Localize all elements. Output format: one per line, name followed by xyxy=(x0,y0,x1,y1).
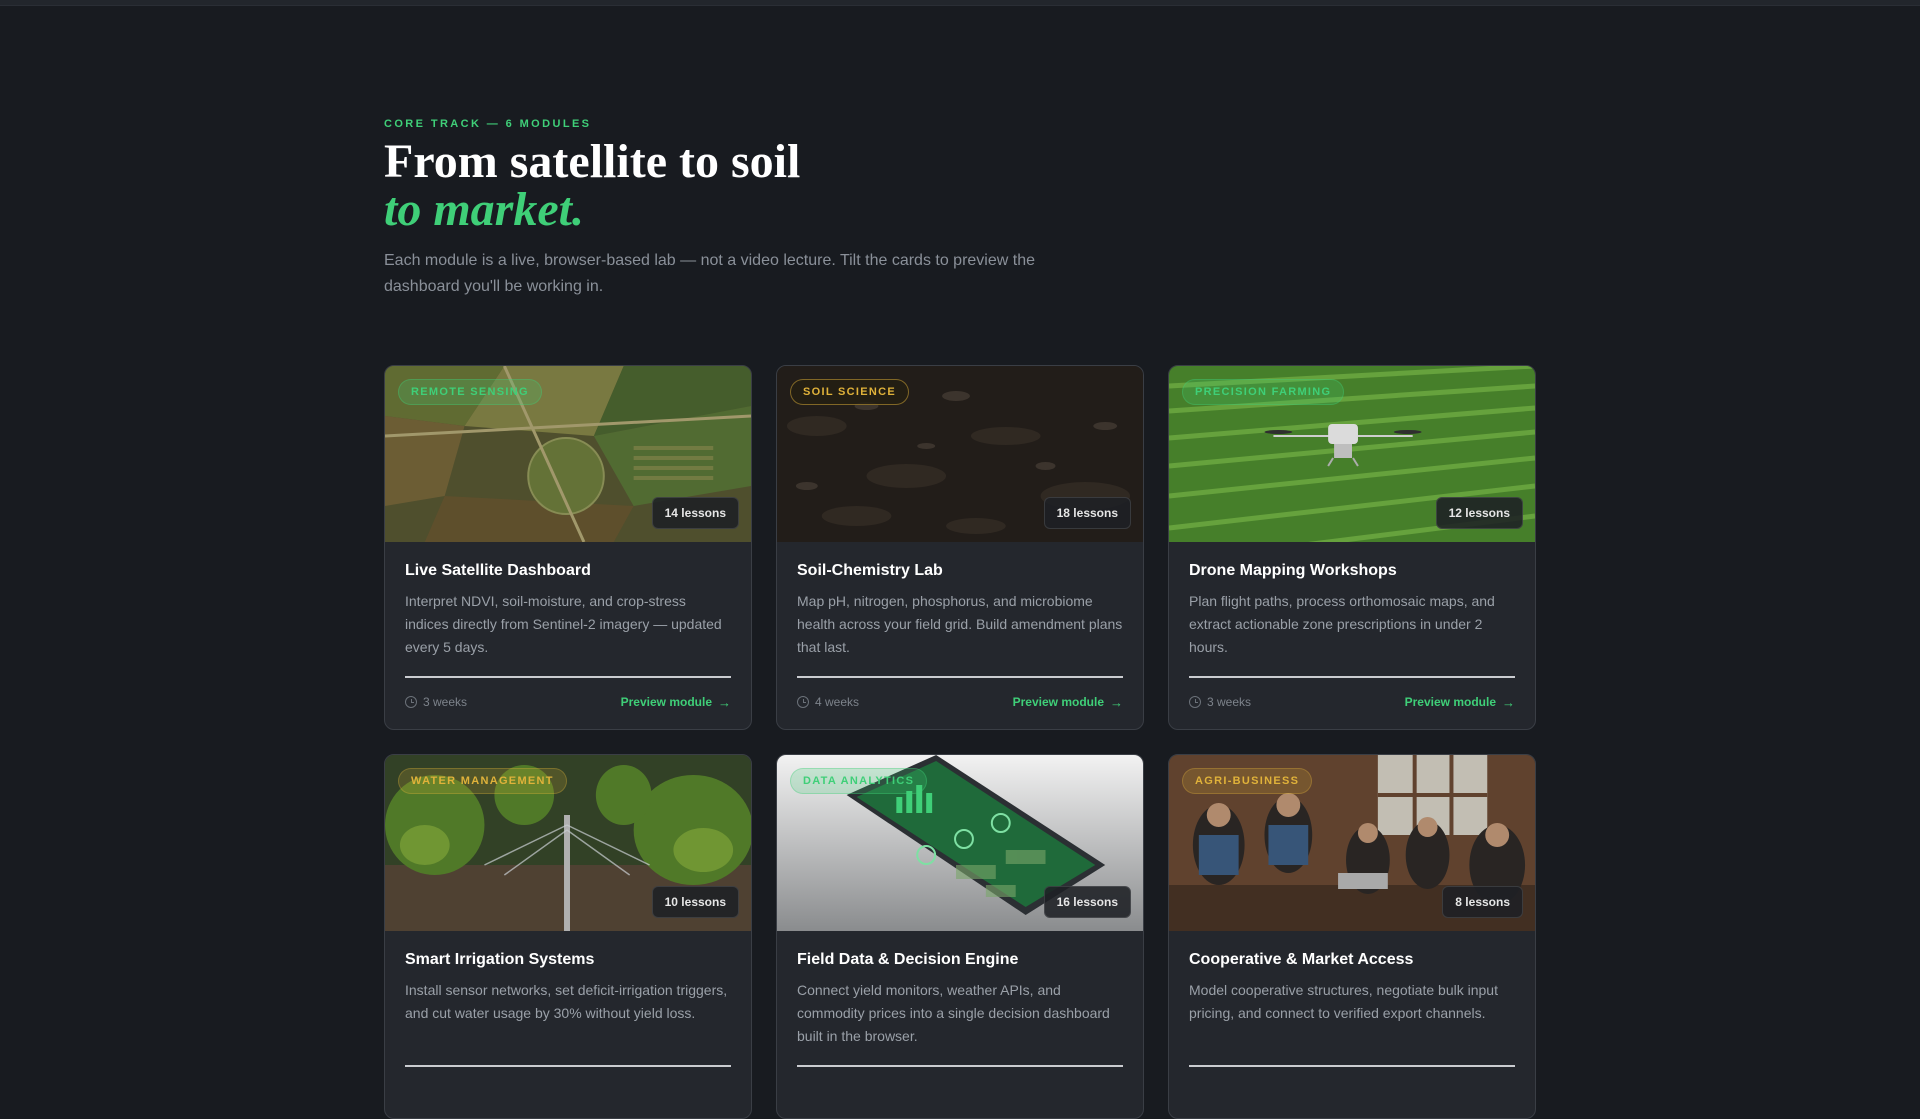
card-divider xyxy=(797,1065,1123,1067)
module-duration: 4 weeks xyxy=(797,695,859,709)
module-card-soil[interactable]: SOIL SCIENCE 18 lessons Soil-Chemistry L… xyxy=(776,365,1144,730)
lesson-count-badge: 8 lessons xyxy=(1442,886,1523,918)
module-card-data[interactable]: DATA ANALYTICS 16 lessons Field Data & D… xyxy=(776,754,1144,1119)
module-duration: 3 weeks xyxy=(405,695,467,709)
lesson-count-badge: 14 lessons xyxy=(651,497,739,529)
section-lede: Each module is a live, browser-based lab… xyxy=(384,252,1035,295)
module-card-agribusiness[interactable]: AGRI-BUSINESS 8 lessons Cooperative & Ma… xyxy=(1168,754,1536,1119)
lesson-count-badge: 18 lessons xyxy=(1043,497,1131,529)
modules-header: CORE TRACK — 6 MODULES From satellite to… xyxy=(384,118,1536,300)
duration-label: 3 weeks xyxy=(1207,695,1252,709)
headline-line-2: to market. xyxy=(384,183,584,236)
lesson-count-badge: 16 lessons xyxy=(1043,886,1131,918)
module-grid: REMOTE SENSING 14 lessons Live Satellite… xyxy=(384,365,1536,1119)
card-divider xyxy=(797,676,1123,678)
preview-module-link[interactable]: Preview module → xyxy=(1013,695,1123,710)
preview-module-link[interactable]: Preview module → xyxy=(621,695,731,710)
arrow-right-icon: → xyxy=(1110,694,1123,710)
preview-module-link[interactable]: Preview module → xyxy=(1405,695,1515,710)
module-description: Install sensor networks, set deficit-irr… xyxy=(405,982,728,1021)
arrow-right-icon: → xyxy=(718,694,731,710)
lesson-count-badge: 10 lessons xyxy=(651,886,739,918)
top-bar xyxy=(0,0,1920,6)
clock-icon xyxy=(1189,696,1201,708)
module-description: Interpret NDVI, soil-moisture, and crop-… xyxy=(405,593,722,655)
module-image-irrigation: WATER MANAGEMENT 10 lessons xyxy=(385,755,751,931)
module-image-soil: SOIL SCIENCE 18 lessons xyxy=(777,366,1143,542)
module-tag: AGRI-BUSINESS xyxy=(1182,768,1313,794)
preview-label: Preview module xyxy=(620,695,712,709)
module-tag: REMOTE SENSING xyxy=(398,379,542,405)
preview-label: Preview module xyxy=(1404,695,1496,709)
module-title: Field Data & Decision Engine xyxy=(797,951,1019,968)
card-divider xyxy=(405,676,731,678)
module-image-satellite: REMOTE SENSING 14 lessons xyxy=(385,366,751,542)
module-description: Connect yield monitors, weather APIs, an… xyxy=(797,982,1110,1044)
module-tag: WATER MANAGEMENT xyxy=(398,768,567,794)
module-card-drone[interactable]: PRECISION FARMING 12 lessons Drone Mappi… xyxy=(1168,365,1536,730)
module-description: Map pH, nitrogen, phosphorus, and microb… xyxy=(797,593,1123,655)
card-divider xyxy=(1189,676,1515,678)
module-title: Drone Mapping Workshops xyxy=(1189,562,1397,579)
module-image-agribusiness: AGRI-BUSINESS 8 lessons xyxy=(1169,755,1535,931)
module-title: Cooperative & Market Access xyxy=(1189,951,1414,968)
module-card-irrigation[interactable]: WATER MANAGEMENT 10 lessons Smart Irriga… xyxy=(384,754,752,1119)
card-divider xyxy=(405,1065,731,1067)
module-title: Live Satellite Dashboard xyxy=(405,562,591,579)
section-headline: From satellite to soil to market. xyxy=(384,138,1536,234)
module-image-drone: PRECISION FARMING 12 lessons xyxy=(1169,366,1535,542)
module-tag: PRECISION FARMING xyxy=(1182,379,1345,405)
clock-icon xyxy=(797,696,809,708)
section-eyebrow: CORE TRACK — 6 MODULES xyxy=(384,118,592,130)
arrow-right-icon: → xyxy=(1502,694,1515,710)
module-tag: SOIL SCIENCE xyxy=(790,379,910,405)
module-description: Model cooperative structures, negotiate … xyxy=(1189,982,1498,1021)
duration-label: 3 weeks xyxy=(423,695,468,709)
module-tag: DATA ANALYTICS xyxy=(790,768,928,794)
headline-line-1: From satellite to soil xyxy=(384,135,801,188)
module-card-satellite[interactable]: REMOTE SENSING 14 lessons Live Satellite… xyxy=(384,365,752,730)
card-divider xyxy=(1189,1065,1515,1067)
module-title: Smart Irrigation Systems xyxy=(405,951,595,968)
duration-label: 4 weeks xyxy=(815,695,860,709)
module-image-data: DATA ANALYTICS 16 lessons xyxy=(777,755,1143,931)
module-description: Plan flight paths, process orthomosaic m… xyxy=(1189,593,1495,655)
preview-label: Preview module xyxy=(1012,695,1104,709)
lesson-count-badge: 12 lessons xyxy=(1435,497,1523,529)
clock-icon xyxy=(405,696,417,708)
module-title: Soil-Chemistry Lab xyxy=(797,562,943,579)
module-duration: 3 weeks xyxy=(1189,695,1251,709)
